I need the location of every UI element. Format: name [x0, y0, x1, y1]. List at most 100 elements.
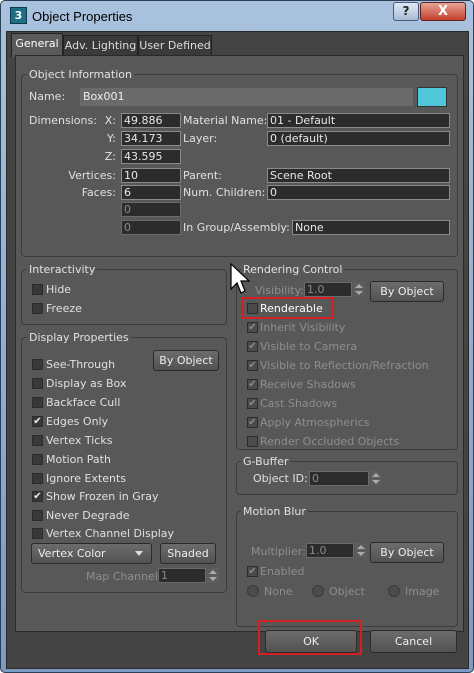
display-as-box-checkbox[interactable]	[32, 378, 43, 389]
render-occluded-label: Render Occluded Objects	[260, 435, 400, 448]
motion-blur-title: Motion Blur	[241, 505, 308, 518]
display-as-box-label: Display as Box	[46, 377, 127, 390]
ignore-extents-checkbox[interactable]	[32, 473, 43, 484]
group-assembly-field[interactable]: None	[292, 220, 450, 235]
shaded-button[interactable]: Shaded	[160, 543, 216, 564]
vertex-color-value: Vertex Color	[38, 547, 106, 560]
object-id-field[interactable]: 0	[309, 471, 369, 486]
freeze-checkbox[interactable]	[32, 303, 43, 314]
backface-cull-checkbox[interactable]	[32, 397, 43, 408]
material-name-label: Material Name:	[183, 114, 268, 127]
apply-atmospherics-label: Apply Atmospherics	[260, 416, 370, 429]
map-channel-label: Map Channel:	[86, 570, 162, 583]
ok-button-highlight	[258, 620, 362, 655]
parent-label: Parent:	[183, 169, 222, 182]
tab-general[interactable]: General	[11, 33, 63, 57]
num-children-label: Num. Children:	[183, 186, 266, 199]
rendering-by-object-button[interactable]: By Object	[370, 281, 444, 302]
object-id-spinner[interactable]	[370, 471, 382, 486]
dialog-body: General Adv. Lighting User Defined Objec…	[6, 31, 469, 669]
num-children-field[interactable]: 0	[267, 185, 450, 200]
motion-blur-enabled-label: Enabled	[260, 565, 305, 578]
interactivity-group	[21, 269, 227, 325]
layer-label: Layer:	[183, 132, 218, 145]
map-channel-spinner[interactable]	[207, 568, 219, 583]
title-bar[interactable]: 3 Object Properties ? X	[1, 1, 473, 31]
visibility-field[interactable]: 1.0	[304, 282, 352, 297]
group-assembly-label: In Group/Assembly:	[183, 221, 290, 234]
edges-only-checkbox[interactable]: ✔	[32, 416, 43, 427]
material-name-field[interactable]: 01 - Default	[267, 113, 450, 128]
freeze-label: Freeze	[46, 302, 82, 315]
vertex-channel-label: Vertex Channel Display	[46, 527, 175, 540]
see-through-label: See-Through	[46, 358, 116, 371]
name-label: Name:	[29, 90, 66, 103]
multiplier-label: Multiplier:	[251, 545, 306, 558]
vertex-ticks-checkbox[interactable]	[32, 435, 43, 446]
motion-path-checkbox[interactable]	[32, 454, 43, 465]
motion-blur-object-radio[interactable]	[312, 585, 324, 597]
object-information-title: Object Information	[27, 68, 134, 81]
hide-label: Hide	[46, 283, 72, 296]
dimension-x-field[interactable]: 49.886	[121, 113, 181, 128]
vertex-channel-checkbox[interactable]	[32, 528, 43, 539]
dimension-y-field[interactable]: 34.173	[121, 131, 181, 146]
visibility-label: Visibility:	[255, 284, 305, 297]
inherit-visibility-label: Inherit Visibility	[260, 321, 346, 334]
interactivity-title: Interactivity	[27, 263, 98, 276]
motion-path-label: Motion Path	[46, 453, 111, 466]
general-panel: Object Information Name: Box001 Dimensio…	[15, 55, 464, 632]
show-frozen-checkbox[interactable]: ✔	[32, 491, 43, 502]
close-button[interactable]: X	[420, 2, 466, 21]
dimensions-label: Dimensions:	[29, 114, 97, 127]
tab-user-defined[interactable]: User Defined	[138, 35, 212, 57]
apply-atmospherics-checkbox[interactable]: ✔	[247, 417, 258, 428]
motion-blur-enabled-checkbox[interactable]: ✔	[247, 566, 258, 577]
help-button[interactable]: ?	[393, 2, 419, 21]
cancel-button[interactable]: Cancel	[370, 630, 457, 653]
multiplier-spinner[interactable]	[355, 543, 367, 558]
parent-field[interactable]: Scene Root	[267, 168, 450, 183]
name-input[interactable]: Box001	[80, 88, 413, 106]
dimension-z-field[interactable]: 43.595	[121, 149, 181, 164]
tab-adv-lighting[interactable]: Adv. Lighting	[63, 35, 138, 57]
chevron-down-icon	[135, 551, 143, 556]
visible-to-camera-label: Visible to Camera	[260, 340, 358, 353]
vertex-ticks-label: Vertex Ticks	[46, 434, 113, 447]
renderable-highlight	[241, 297, 334, 319]
visibility-spinner[interactable]	[353, 282, 365, 297]
motion-blur-none-radio[interactable]	[247, 585, 259, 597]
motion-blur-image-radio[interactable]	[388, 585, 400, 597]
visible-to-camera-checkbox[interactable]: ✔	[247, 341, 258, 352]
blank-field-2: 0	[121, 220, 181, 235]
receive-shadows-checkbox[interactable]: ✔	[247, 379, 258, 390]
see-through-checkbox[interactable]	[32, 359, 43, 370]
show-frozen-label: Show Frozen in Gray	[46, 490, 159, 503]
display-by-object-button[interactable]: By Object	[153, 350, 219, 371]
object-color-swatch[interactable]	[417, 87, 447, 107]
map-channel-field[interactable]: 1	[158, 568, 206, 583]
vertex-color-dropdown[interactable]: Vertex Color	[31, 543, 152, 564]
faces-field[interactable]: 6	[121, 185, 181, 200]
visible-to-reflection-label: Visible to Reflection/Refraction	[260, 359, 429, 372]
ignore-extents-label: Ignore Extents	[46, 472, 127, 485]
multiplier-field[interactable]: 1.0	[306, 543, 354, 558]
never-degrade-checkbox[interactable]	[32, 510, 43, 521]
render-occluded-checkbox[interactable]	[247, 436, 258, 447]
faces-label: Faces:	[81, 186, 116, 199]
visible-to-reflection-checkbox[interactable]: ✔	[247, 360, 258, 371]
cast-shadows-label: Cast Shadows	[260, 397, 338, 410]
vertices-label: Vertices:	[68, 169, 116, 182]
cast-shadows-checkbox[interactable]: ✔	[247, 398, 258, 409]
receive-shadows-label: Receive Shadows	[260, 378, 356, 391]
window-title: Object Properties	[32, 9, 133, 24]
vertices-field[interactable]: 10	[121, 168, 181, 183]
hide-checkbox[interactable]	[32, 284, 43, 295]
inherit-visibility-checkbox[interactable]: ✔	[247, 322, 258, 333]
layer-field[interactable]: 0 (default)	[267, 131, 450, 146]
mouse-cursor-icon	[230, 263, 250, 294]
motion-blur-by-object-button[interactable]: By Object	[370, 542, 444, 563]
display-properties-title: Display Properties	[27, 331, 131, 344]
x-label: X:	[104, 114, 116, 127]
z-label: Z:	[104, 150, 116, 163]
